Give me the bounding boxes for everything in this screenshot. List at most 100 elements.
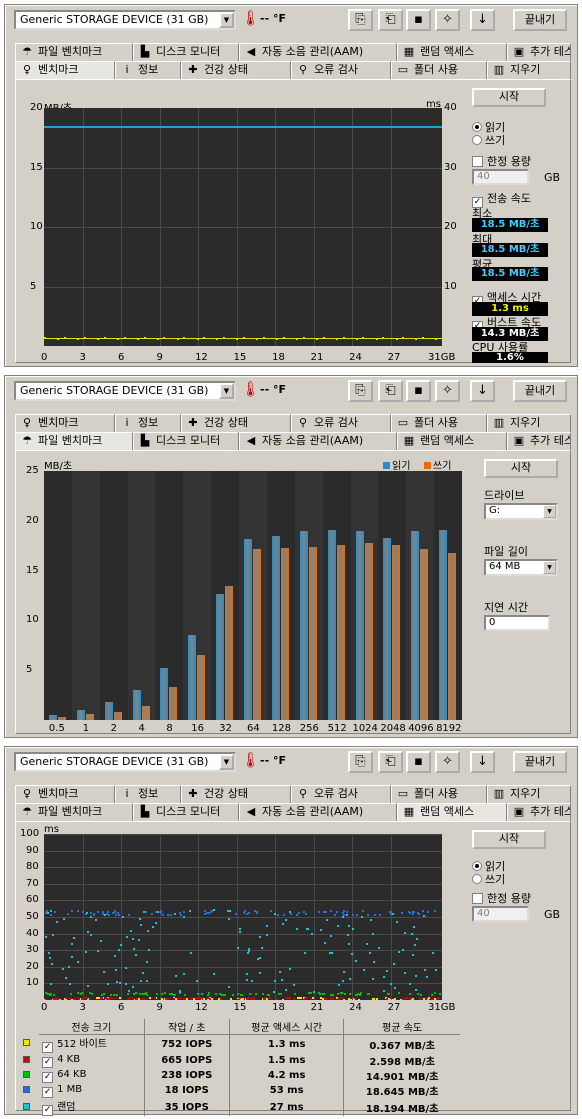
- file-length-combo[interactable]: 64 MB ▼: [484, 559, 558, 576]
- copy-all-icon[interactable]: ⎗: [378, 380, 403, 402]
- access-point: [306, 927, 309, 930]
- access-point: [210, 997, 213, 1000]
- tab-trash[interactable]: ▥ 지우기: [487, 785, 571, 803]
- limit-checkbox[interactable]: 한정 용량: [472, 153, 531, 169]
- info-icon: i: [125, 63, 129, 76]
- row-checkbox[interactable]: ✓: [42, 1056, 54, 1068]
- copy-all-icon[interactable]: ⎗: [378, 751, 403, 773]
- exit-button[interactable]: 끝내기: [513, 9, 567, 31]
- exit-button[interactable]: 끝내기: [513, 751, 567, 773]
- size-cell[interactable]: ✓ 랜덤: [39, 1098, 144, 1116]
- tab-file-bench[interactable]: ☂ 파일 벤치마크: [15, 803, 133, 821]
- download-arrow-icon[interactable]: ↓: [470, 9, 495, 31]
- download-arrow-icon[interactable]: ↓: [470, 380, 495, 402]
- limit-spin[interactable]: 40: [472, 169, 529, 185]
- drive-select[interactable]: Generic STORAGE DEVICE (31 GB) ▼: [14, 752, 236, 772]
- tab-folder[interactable]: ▭ 폴더 사용: [391, 785, 487, 803]
- size-cell[interactable]: ✓ 1 MB: [39, 1083, 144, 1098]
- options-icon[interactable]: ✧: [435, 751, 460, 773]
- tab-label: 파일 벤치마크: [38, 434, 103, 447]
- gridline: [390, 108, 392, 346]
- tab-disk-monitor[interactable]: ▙ 디스크 모니터: [133, 43, 239, 61]
- access-point: [256, 911, 259, 913]
- start-button[interactable]: 시작: [472, 830, 546, 849]
- tab-speaker[interactable]: ◀ 자동 소음 관리(AAM): [239, 43, 397, 61]
- tab-health-cross[interactable]: ✚ 건강 상태: [181, 61, 291, 79]
- write-radio[interactable]: 쓰기: [472, 871, 505, 887]
- access-point: [242, 912, 245, 915]
- access-point: [114, 913, 117, 916]
- chevron-down-icon[interactable]: ▼: [219, 12, 234, 28]
- tab-benchmark[interactable]: ♀ 벤치마크: [15, 785, 115, 803]
- access-point: [97, 339, 100, 341]
- table-row: ✓ 랜덤 35 IOPS 27 ms 18.194 MB/초: [20, 1098, 460, 1116]
- tab-trash[interactable]: ▥ 지우기: [487, 61, 571, 79]
- tab-disk-monitor[interactable]: ▙ 디스크 모니터: [133, 803, 239, 821]
- download-arrow-icon[interactable]: ↓: [470, 751, 495, 773]
- tab-extra-test[interactable]: ▣ 추가 테스트: [507, 43, 571, 61]
- copy-icon[interactable]: ⎘: [348, 380, 373, 402]
- start-button[interactable]: 시작: [472, 88, 546, 107]
- tab-magnifier[interactable]: ⚲ 오류 검사: [291, 414, 391, 432]
- chevron-down-icon[interactable]: ▼: [219, 754, 234, 770]
- tab-info[interactable]: i 정보: [115, 61, 181, 79]
- y-tick-label: 100: [20, 828, 40, 839]
- drive-combo[interactable]: G: ▼: [484, 503, 558, 520]
- chevron-down-icon[interactable]: ▼: [543, 505, 556, 518]
- acc-cell: 4.2 ms: [228, 1068, 344, 1083]
- row-checkbox[interactable]: ✓: [42, 1105, 54, 1116]
- limit-checkbox[interactable]: 한정 용량: [472, 890, 531, 906]
- tab-folder[interactable]: ▭ 폴더 사용: [391, 61, 487, 79]
- save-icon[interactable]: ▪: [406, 380, 431, 402]
- access-point: [346, 914, 349, 917]
- access-point: [178, 911, 181, 914]
- exit-button[interactable]: 끝내기: [513, 380, 567, 402]
- tab-health-cross[interactable]: ✚ 건강 상태: [181, 414, 291, 432]
- tab-info[interactable]: i 정보: [115, 785, 181, 803]
- tab-extra-test[interactable]: ▣ 추가 테스트: [507, 803, 571, 821]
- tab-speaker[interactable]: ◀ 자동 소음 관리(AAM): [239, 803, 397, 821]
- read-bar: [76, 710, 85, 720]
- tab-benchmark[interactable]: ♀ 벤치마크: [15, 414, 115, 432]
- size-cell[interactable]: ✓ 64 KB: [39, 1068, 144, 1083]
- row-checkbox[interactable]: ✓: [42, 1071, 54, 1083]
- row-checkbox[interactable]: ✓: [42, 1042, 54, 1053]
- save-icon[interactable]: ▪: [406, 751, 431, 773]
- tab-speaker[interactable]: ◀ 자동 소음 관리(AAM): [239, 432, 397, 450]
- tab-info[interactable]: i 정보: [115, 414, 181, 432]
- access-point: [102, 993, 105, 996]
- gb-label: GB: [544, 908, 561, 921]
- tab-disk-monitor[interactable]: ▙ 디스크 모니터: [133, 432, 239, 450]
- copy-icon[interactable]: ⎘: [348, 751, 373, 773]
- options-icon[interactable]: ✧: [435, 380, 460, 402]
- tab-random-access[interactable]: ▦ 랜덤 액세스: [397, 803, 507, 821]
- write-radio[interactable]: 쓰기: [472, 132, 505, 148]
- drive-select[interactable]: Generic STORAGE DEVICE (31 GB) ▼: [14, 10, 236, 30]
- limit-spin[interactable]: 40: [472, 906, 529, 922]
- tab-folder[interactable]: ▭ 폴더 사용: [391, 414, 487, 432]
- copy-all-icon[interactable]: ⎗: [378, 9, 403, 31]
- tab-file-bench[interactable]: ☂ 파일 벤치마크: [15, 43, 133, 61]
- drive-select[interactable]: Generic STORAGE DEVICE (31 GB) ▼: [14, 381, 236, 401]
- size-cell[interactable]: ✓ 512 바이트: [39, 1035, 144, 1053]
- tab-random-access[interactable]: ▦ 랜덤 액세스: [397, 43, 507, 61]
- access-point: [372, 933, 375, 936]
- tab-magnifier[interactable]: ⚲ 오류 검사: [291, 785, 391, 803]
- delay-spin[interactable]: 0: [484, 615, 550, 631]
- access-point: [203, 997, 206, 1000]
- save-icon[interactable]: ▪: [406, 9, 431, 31]
- tab-file-bench[interactable]: ☂ 파일 벤치마크: [15, 432, 133, 450]
- tab-trash[interactable]: ▥ 지우기: [487, 414, 571, 432]
- copy-icon[interactable]: ⎘: [348, 9, 373, 31]
- tab-benchmark[interactable]: ♀ 벤치마크: [15, 61, 115, 79]
- options-icon[interactable]: ✧: [435, 9, 460, 31]
- tab-random-access[interactable]: ▦ 랜덤 액세스: [397, 432, 507, 450]
- tab-health-cross[interactable]: ✚ 건강 상태: [181, 785, 291, 803]
- start-button[interactable]: 시작: [484, 459, 558, 478]
- chevron-down-icon[interactable]: ▼: [543, 561, 556, 574]
- size-cell[interactable]: ✓ 4 KB: [39, 1053, 144, 1068]
- chevron-down-icon[interactable]: ▼: [219, 383, 234, 399]
- tab-magnifier[interactable]: ⚲ 오류 검사: [291, 61, 391, 79]
- row-checkbox[interactable]: ✓: [42, 1086, 54, 1098]
- tab-extra-test[interactable]: ▣ 추가 테스트: [507, 432, 571, 450]
